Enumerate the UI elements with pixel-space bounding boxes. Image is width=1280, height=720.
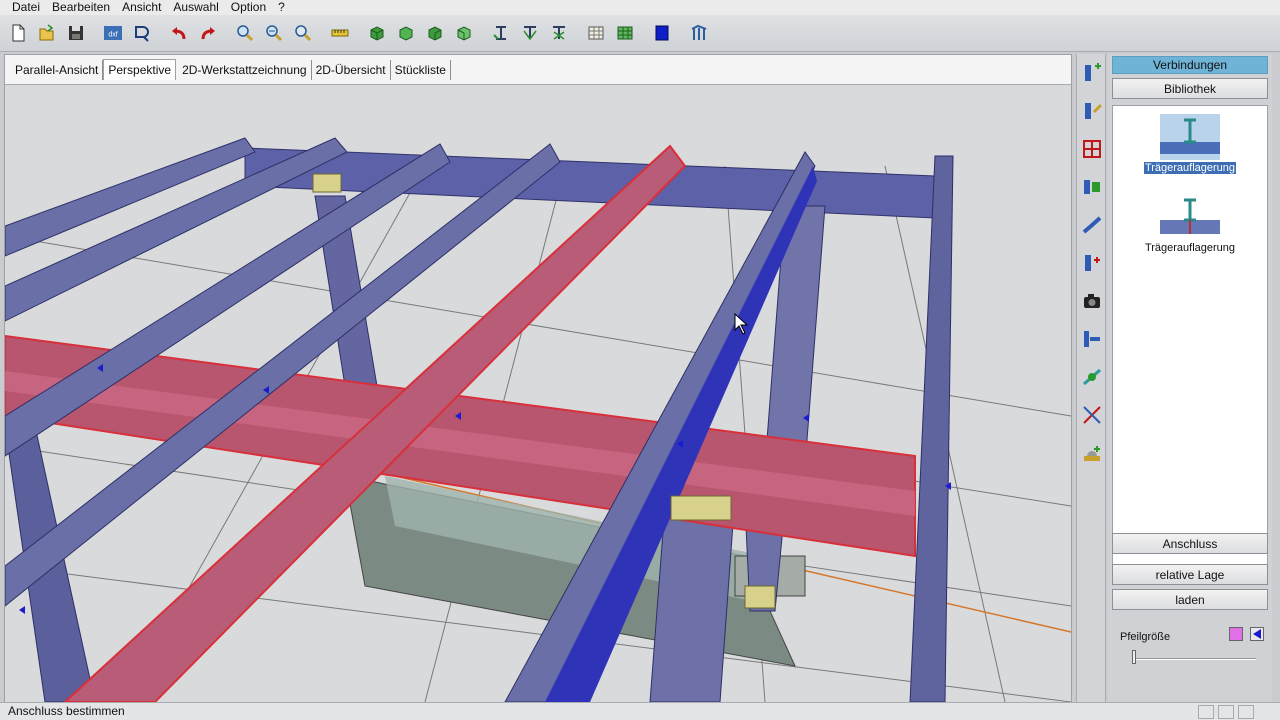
menu-datei[interactable]: Datei: [0, 0, 46, 15]
arrow-size-slider-track[interactable]: [1134, 658, 1256, 660]
view-tabs: Parallel-Ansicht Perspektive 2D-Werkstat…: [5, 55, 1071, 85]
redo-icon[interactable]: [196, 20, 220, 46]
cube-view-3-icon[interactable]: [423, 20, 447, 46]
save-disk-icon[interactable]: [64, 20, 88, 46]
library-item[interactable]: Trägerauflagerung: [1113, 114, 1267, 174]
grid-2-icon[interactable]: [613, 20, 637, 46]
foundation-icon[interactable]: [1080, 440, 1104, 466]
viewport-frame: Parallel-Ansicht Perspektive 2D-Werkstat…: [4, 54, 1072, 702]
connection-plate-1[interactable]: [312, 173, 342, 193]
beam-support-thumbnail-icon: [1160, 114, 1220, 160]
undo-icon[interactable]: [167, 20, 191, 46]
menu-ansicht[interactable]: Ansicht: [116, 0, 167, 15]
menu-bar: Datei Bearbeiten Ansicht Auswahl Option …: [0, 0, 1280, 15]
cut-icon[interactable]: [1080, 402, 1104, 428]
beam-end-icon[interactable]: [1080, 174, 1104, 200]
arrow-left-icon: [1253, 629, 1261, 639]
plot-icon[interactable]: [130, 20, 154, 46]
status-bar: Anschluss bestimmen: [0, 702, 1280, 720]
new-file-icon[interactable]: [6, 20, 30, 46]
select-1-icon[interactable]: [489, 20, 513, 46]
tab-parallel-ansicht[interactable]: Parallel-Ansicht: [11, 59, 104, 80]
pfeilgroesse-label: Pfeilgröße: [1120, 631, 1171, 643]
menu-option[interactable]: Option: [225, 0, 272, 15]
relative-lage-button[interactable]: relative Lage: [1112, 564, 1268, 585]
zoom-window-icon[interactable]: [291, 20, 315, 46]
beam-support-thumbnail-icon: [1160, 198, 1220, 234]
connection-plate-2[interactable]: [670, 495, 732, 521]
tab-stueckliste[interactable]: Stückliste: [391, 59, 451, 80]
tab-2d-werkstattzeichnung[interactable]: 2D-Werkstattzeichnung: [178, 59, 312, 80]
library-list: Trägerauflagerung Trägerauflagerung: [1112, 105, 1268, 581]
select-3-icon[interactable]: [547, 20, 571, 46]
arrow-direction-swatch[interactable]: [1250, 627, 1264, 641]
zoom-out-icon[interactable]: [262, 20, 286, 46]
connection-plate-3[interactable]: [744, 585, 776, 609]
status-cell: [1198, 705, 1214, 719]
cube-view-1-icon[interactable]: [365, 20, 389, 46]
library-item-label: Trägerauflagerung: [1143, 162, 1237, 174]
anschluss-button[interactable]: Anschluss: [1112, 533, 1268, 554]
status-cell: [1218, 705, 1234, 719]
right-panel: Verbindungen Bibliothek Trägerauflagerun…: [1108, 54, 1272, 702]
library-item-label: Trägerauflagerung: [1144, 242, 1236, 254]
add-column-icon[interactable]: [1080, 60, 1104, 86]
toolbar: dxf: [0, 15, 1280, 52]
library-item[interactable]: Trägerauflagerung: [1113, 194, 1267, 254]
laden-button[interactable]: laden: [1112, 589, 1268, 610]
camera-icon[interactable]: [1080, 288, 1104, 314]
zoom-in-icon[interactable]: [233, 20, 257, 46]
bolt-icon[interactable]: [1080, 364, 1104, 390]
measure-icon[interactable]: [328, 20, 352, 46]
grid-1-icon[interactable]: [584, 20, 608, 46]
select-2-icon[interactable]: [518, 20, 542, 46]
status-text: Anschluss bestimmen: [8, 704, 125, 718]
structure-icon[interactable]: [687, 20, 711, 46]
vertical-toolbar: [1076, 54, 1106, 702]
frame-grid-icon[interactable]: [1080, 136, 1104, 162]
tab-perspektive[interactable]: Perspektive: [103, 59, 177, 80]
menu-auswahl[interactable]: Auswahl: [167, 0, 224, 15]
menu-bearbeiten[interactable]: Bearbeiten: [46, 0, 116, 15]
open-folder-icon[interactable]: [35, 20, 59, 46]
edit-column-icon[interactable]: [1080, 98, 1104, 124]
cube-view-4-icon[interactable]: [452, 20, 476, 46]
cube-view-2-icon[interactable]: [394, 20, 418, 46]
verbindungen-button[interactable]: Verbindungen: [1112, 56, 1268, 74]
arrow-size-slider-thumb[interactable]: [1132, 650, 1136, 664]
color-square-icon[interactable]: [650, 20, 674, 46]
bibliothek-button[interactable]: Bibliothek: [1112, 78, 1268, 99]
3d-perspective-scene[interactable]: [5, 86, 1071, 702]
menu-help[interactable]: ?: [272, 0, 291, 15]
arrow-color-magenta-swatch[interactable]: [1229, 627, 1243, 641]
beam-joint-icon[interactable]: [1080, 212, 1104, 238]
dxf-label: dxf: [108, 32, 117, 39]
status-cell: [1238, 705, 1254, 719]
dxf-export-icon[interactable]: dxf: [101, 20, 125, 46]
stiffener-icon[interactable]: [1080, 250, 1104, 276]
tab-2d-uebersicht[interactable]: 2D-Übersicht: [312, 59, 391, 80]
plate-icon[interactable]: [1080, 326, 1104, 352]
